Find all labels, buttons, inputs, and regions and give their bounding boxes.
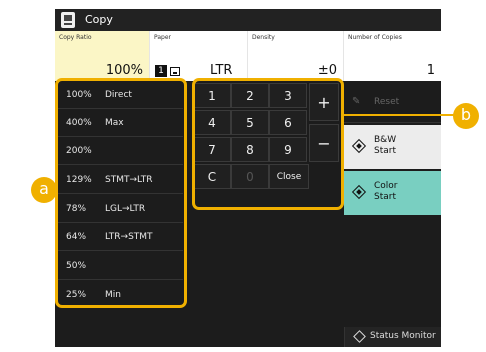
paper-label: Paper bbox=[154, 34, 171, 41]
status-monitor-button[interactable]: Status Monitor bbox=[344, 327, 441, 347]
number-of-copies-value: 1 bbox=[426, 63, 435, 78]
paper-value: LTR bbox=[210, 63, 233, 78]
number-of-copies-cell[interactable]: Number of Copies 1 bbox=[344, 31, 441, 81]
bw-start-label: B&W Start bbox=[374, 135, 397, 156]
start-icon bbox=[351, 184, 367, 200]
density-value: ±0 bbox=[317, 63, 337, 78]
bw-start-button[interactable]: B&W Start bbox=[344, 125, 441, 169]
callout-a-highlight bbox=[55, 78, 187, 308]
copy-ratio-label: Copy Ratio bbox=[59, 34, 92, 41]
copy-icon bbox=[61, 12, 75, 28]
number-of-copies-label: Number of Copies bbox=[348, 34, 402, 41]
density-cell[interactable]: Density ±0 bbox=[248, 31, 344, 81]
reset-button[interactable]: ✎ Reset bbox=[344, 83, 441, 123]
callout-b-badge: b bbox=[453, 103, 479, 129]
paper-cell[interactable]: Paper 1 LTR bbox=[150, 31, 248, 81]
callout-b-line bbox=[343, 114, 454, 116]
paper-tray-icon bbox=[170, 67, 180, 76]
window-title: Copy bbox=[85, 13, 113, 26]
copy-ratio-cell[interactable]: Copy Ratio 100% bbox=[55, 31, 150, 81]
status-row: Copy Ratio 100% Paper 1 LTR Density ±0 N… bbox=[55, 31, 441, 91]
callout-a-badge: a bbox=[31, 177, 57, 203]
reset-icon: ✎ bbox=[352, 96, 361, 107]
reset-label: Reset bbox=[374, 97, 400, 107]
status-monitor-icon bbox=[353, 330, 366, 343]
paper-tray-number: 1 bbox=[155, 65, 167, 77]
color-start-label: Color Start bbox=[374, 181, 398, 202]
title-bar: Copy bbox=[55, 9, 441, 31]
bottom-bar: Status Monitor bbox=[55, 327, 441, 347]
color-start-button[interactable]: Color Start bbox=[344, 171, 441, 215]
callout-b-highlight bbox=[192, 78, 344, 210]
status-monitor-label: Status Monitor bbox=[370, 331, 436, 341]
density-label: Density bbox=[252, 34, 275, 41]
copy-ratio-value: 100% bbox=[105, 63, 143, 78]
start-icon bbox=[351, 138, 367, 154]
